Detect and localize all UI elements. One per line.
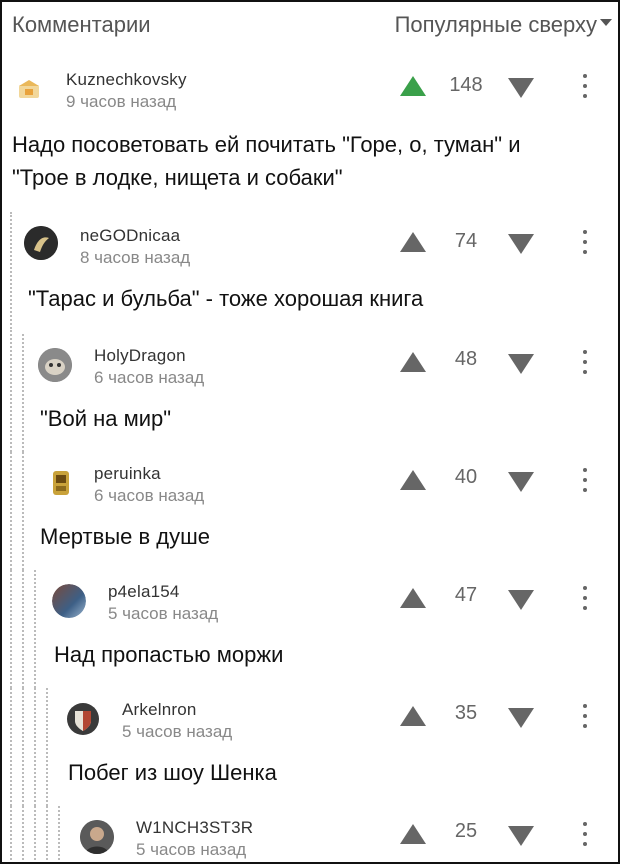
comment-text-line: Надо посоветовать ей почитать "Горе, о, … bbox=[12, 132, 521, 157]
thread-line bbox=[22, 806, 24, 864]
thread-line bbox=[22, 688, 24, 806]
more-options-icon[interactable] bbox=[582, 74, 588, 98]
comments-header: Комментарии Популярные сверху bbox=[0, 0, 620, 50]
thread-line bbox=[10, 570, 12, 688]
thread-line bbox=[34, 688, 36, 806]
comment-text-line: Над пропастью моржи bbox=[54, 642, 284, 667]
timestamp: 9 часов назад bbox=[66, 92, 177, 111]
timestamp: 5 часов назад bbox=[122, 722, 233, 741]
vote-score: 48 bbox=[454, 348, 478, 370]
thread-line bbox=[22, 570, 24, 688]
avatar[interactable] bbox=[24, 226, 58, 260]
comment-text: Побег из шоу Шенка bbox=[68, 756, 277, 789]
downvote-arrow-icon[interactable] bbox=[508, 78, 534, 98]
downvote-arrow-icon[interactable] bbox=[508, 472, 534, 492]
username[interactable]: W1NCH3ST3R bbox=[136, 818, 253, 838]
comment-text-line: "Трое в лодке, нищета и собаки" bbox=[12, 165, 343, 190]
thread-line bbox=[10, 688, 12, 806]
comments-title: Комментарии bbox=[12, 12, 151, 37]
comment: Kuznechkovsky 9 часов назад 148 Надо пос… bbox=[0, 62, 620, 202]
username[interactable]: Kuznechkovsky bbox=[66, 70, 187, 90]
comment: HolyDragon 6 часов назад 48 "Вой на мир" bbox=[0, 334, 620, 452]
more-options-icon[interactable] bbox=[582, 704, 588, 728]
avatar[interactable] bbox=[66, 702, 100, 736]
comment-text: Надо посоветовать ей почитать "Горе, о, … bbox=[12, 128, 521, 194]
downvote-arrow-icon[interactable] bbox=[508, 354, 534, 374]
avatar[interactable] bbox=[44, 466, 78, 500]
upvote-arrow-icon[interactable] bbox=[400, 76, 426, 96]
thread-line bbox=[10, 334, 12, 452]
more-options-icon[interactable] bbox=[582, 822, 588, 846]
comment: W1NCH3ST3R 5 часов назад 25 bbox=[0, 806, 620, 864]
avatar[interactable] bbox=[80, 820, 114, 854]
downvote-arrow-icon[interactable] bbox=[508, 234, 534, 254]
comment: peruinka 6 часов назад 40 Мертвые в душе bbox=[0, 452, 620, 570]
upvote-arrow-icon[interactable] bbox=[400, 588, 426, 608]
comment: neGODnicaa 8 часов назад 74 "Тарас и бул… bbox=[0, 212, 620, 332]
timestamp: 5 часов назад bbox=[108, 604, 219, 623]
comment-text: Над пропастью моржи bbox=[54, 638, 283, 671]
timestamp: 8 часов назад bbox=[80, 248, 191, 267]
dropdown-arrow-icon bbox=[600, 18, 612, 26]
comment-text: Мертвые в душе bbox=[40, 520, 210, 553]
vote-score: 47 bbox=[454, 584, 478, 606]
vote-score: 74 bbox=[454, 230, 478, 252]
comment-text: "Вой на мир" bbox=[40, 402, 171, 435]
comment-text: "Тарас и бульба" - тоже хорошая книга bbox=[28, 282, 423, 315]
upvote-arrow-icon[interactable] bbox=[400, 824, 426, 844]
sort-dropdown[interactable]: Популярные сверху bbox=[395, 12, 612, 38]
sort-label: Популярные сверху bbox=[394, 12, 597, 37]
upvote-arrow-icon[interactable] bbox=[400, 232, 426, 252]
downvote-arrow-icon[interactable] bbox=[508, 590, 534, 610]
comment-text-line: "Вой на мир" bbox=[40, 406, 172, 431]
thread-line bbox=[10, 452, 12, 570]
vote-score: 25 bbox=[454, 820, 478, 842]
comment: Arkelnron 5 часов назад 35 Побег из шоу … bbox=[0, 688, 620, 806]
comment-text-line: Побег из шоу Шенка bbox=[68, 760, 277, 785]
upvote-arrow-icon[interactable] bbox=[400, 352, 426, 372]
username[interactable]: p4ela154 bbox=[108, 582, 180, 602]
username[interactable]: HolyDragon bbox=[94, 346, 186, 366]
thread-line bbox=[10, 806, 12, 864]
thread-line bbox=[22, 452, 24, 570]
downvote-arrow-icon[interactable] bbox=[508, 708, 534, 728]
upvote-arrow-icon[interactable] bbox=[400, 706, 426, 726]
more-options-icon[interactable] bbox=[582, 350, 588, 374]
more-options-icon[interactable] bbox=[582, 586, 588, 610]
timestamp: 6 часов назад bbox=[94, 368, 205, 387]
thread-line bbox=[10, 212, 12, 332]
avatar[interactable] bbox=[52, 584, 86, 618]
comment-text-line: "Тарас и бульба" - тоже хорошая книга bbox=[28, 286, 424, 311]
vote-score: 35 bbox=[454, 702, 478, 724]
downvote-arrow-icon[interactable] bbox=[508, 826, 534, 846]
more-options-icon[interactable] bbox=[582, 468, 588, 492]
vote-score: 148 bbox=[449, 74, 483, 96]
thread-line bbox=[46, 806, 48, 864]
thread-line bbox=[22, 334, 24, 452]
thread-line bbox=[34, 806, 36, 864]
comment-text-line: Мертвые в душе bbox=[40, 524, 211, 549]
timestamp: 5 часов назад bbox=[136, 840, 247, 859]
more-options-icon[interactable] bbox=[582, 230, 588, 254]
thread-line bbox=[34, 570, 36, 688]
comment: p4ela154 5 часов назад 47 Над пропастью … bbox=[0, 570, 620, 688]
vote-score: 40 bbox=[454, 466, 478, 488]
avatar[interactable] bbox=[38, 348, 72, 382]
username[interactable]: Arkelnron bbox=[122, 700, 197, 720]
upvote-arrow-icon[interactable] bbox=[400, 470, 426, 490]
username[interactable]: neGODnicaa bbox=[80, 226, 180, 246]
avatar[interactable] bbox=[12, 72, 46, 106]
timestamp: 6 часов назад bbox=[94, 486, 205, 505]
username[interactable]: peruinka bbox=[94, 464, 161, 484]
thread-line bbox=[58, 806, 60, 864]
thread-line bbox=[46, 688, 48, 806]
